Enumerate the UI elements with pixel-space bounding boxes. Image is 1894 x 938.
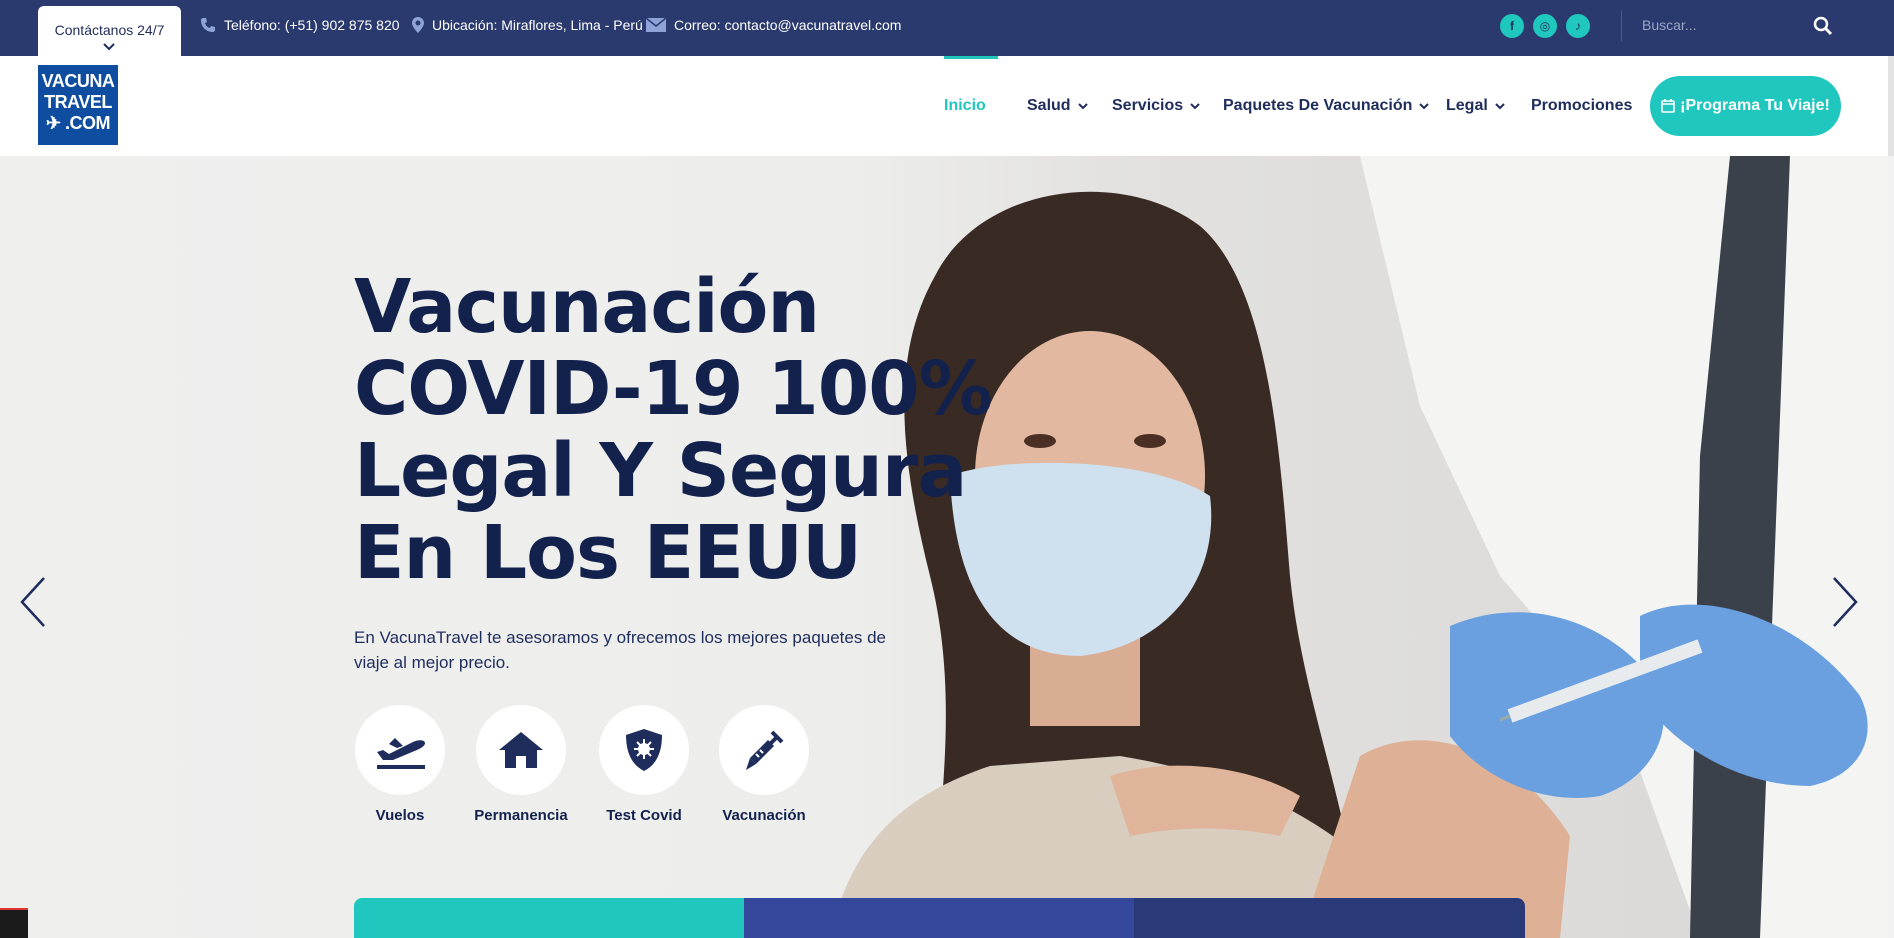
phone-text: Teléfono: (+51) 902 875 820 <box>224 17 400 33</box>
email-text: Correo: contacto@vacunatravel.com <box>674 17 902 33</box>
service-circle <box>355 705 445 795</box>
programa-tu-viaje-button[interactable]: ¡Programa Tu Viaje! <box>1650 76 1841 136</box>
service-permanencia[interactable]: Permanencia <box>461 705 581 824</box>
calendar-icon <box>1661 99 1675 113</box>
instagram-icon[interactable]: ◎ <box>1533 14 1557 38</box>
hero-subtitle: En VacunaTravel te asesoramos y ofrecemo… <box>354 628 886 672</box>
nav-item-inicio[interactable]: Inicio <box>944 56 986 156</box>
nav-label: Legal <box>1446 97 1488 114</box>
nav-label: Inicio <box>944 97 986 114</box>
contact-24-7-tab[interactable]: Contáctanos 24/7 <box>38 6 181 56</box>
home-icon <box>499 732 543 768</box>
nav-label: Servicios <box>1112 97 1184 114</box>
nav-item-salud[interactable]: Salud <box>1027 56 1088 156</box>
scrollbar-track[interactable] <box>1888 156 1894 938</box>
chevron-down-icon <box>1190 103 1200 110</box>
chevron-down-icon <box>1419 103 1430 110</box>
map-pin-icon <box>412 17 424 33</box>
phone-icon <box>201 18 215 32</box>
service-label: Vuelos <box>375 807 425 824</box>
facebook-icon[interactable]: f <box>1500 14 1524 38</box>
syringe-icon <box>746 730 784 770</box>
logo-line-2: TRAVEL <box>44 92 112 112</box>
slider-prev-arrow-icon[interactable] <box>18 574 48 630</box>
service-vuelos[interactable]: Vuelos <box>340 705 460 824</box>
nav-item-paquetes[interactable]: Paquetes De Vacunación <box>1223 56 1430 156</box>
top-bar: Contáctanos 24/7 Teléfono: (+51) 902 875… <box>0 0 1894 56</box>
chevron-down-icon <box>103 43 115 51</box>
service-label: Vacunación <box>722 807 806 824</box>
search-icon[interactable] <box>1812 15 1834 37</box>
feature-card[interactable] <box>354 898 744 938</box>
nav-label: Paquetes De Vacunación <box>1223 97 1413 114</box>
service-circle <box>476 705 566 795</box>
plane-departure-icon <box>377 738 425 769</box>
location-text: Ubicación: Miraflores, Lima - Perú <box>432 17 643 33</box>
service-circle <box>719 705 809 795</box>
nav-label: Promociones <box>1531 97 1633 114</box>
vacunatravel-logo[interactable]: VACUNA TRAVEL ✈ .COM <box>38 65 118 145</box>
envelope-icon <box>646 18 666 32</box>
slider-next-arrow-icon[interactable] <box>1830 574 1860 630</box>
service-vacunacion[interactable]: Vacunación <box>704 705 824 824</box>
service-circle <box>599 705 689 795</box>
phone-info[interactable]: Teléfono: (+51) 902 875 820 <box>200 0 400 50</box>
logo-line-1: VACUNA <box>41 71 115 91</box>
cta-label: ¡Programa Tu Viaje! <box>1680 97 1830 114</box>
logo-line-3: ✈ .COM <box>45 113 111 133</box>
feature-card[interactable] <box>1134 898 1525 938</box>
nav-item-servicios[interactable]: Servicios <box>1112 56 1200 156</box>
tiktok-icon[interactable]: ♪ <box>1566 14 1590 38</box>
chevron-down-icon <box>1495 103 1505 110</box>
shield-virus-icon <box>626 729 662 771</box>
nav-label: Salud <box>1027 97 1071 114</box>
nav-item-legal[interactable]: Legal <box>1446 56 1505 156</box>
email-info[interactable]: Correo: contacto@vacunatravel.com <box>646 0 901 50</box>
location-info[interactable]: Ubicación: Miraflores, Lima - Perú <box>412 0 643 50</box>
service-label: Test Covid <box>606 807 682 824</box>
corner-widget-icon[interactable] <box>0 908 28 938</box>
contact-tab-label: Contáctanos 24/7 <box>54 22 165 38</box>
service-test-covid[interactable]: Test Covid <box>584 705 704 824</box>
main-header: VACUNA TRAVEL ✈ .COM Inicio Salud Servic… <box>0 56 1894 156</box>
hero-title: Vacunación COVID-19 100% Legal Y Segura … <box>354 264 993 596</box>
service-label: Permanencia <box>474 807 568 824</box>
scrollbar-track[interactable] <box>1888 56 1894 156</box>
chevron-down-icon <box>1077 103 1088 110</box>
search-input[interactable] <box>1630 8 1800 42</box>
hero-slider: Vacunación COVID-19 100% Legal Y Segura … <box>0 156 1894 938</box>
nav-item-promociones[interactable]: Promociones <box>1531 56 1632 156</box>
social-links: f ◎ ♪ <box>1500 14 1590 38</box>
feature-cards-strip <box>354 898 1525 938</box>
topbar-divider <box>1621 11 1622 41</box>
feature-card[interactable] <box>744 898 1134 938</box>
